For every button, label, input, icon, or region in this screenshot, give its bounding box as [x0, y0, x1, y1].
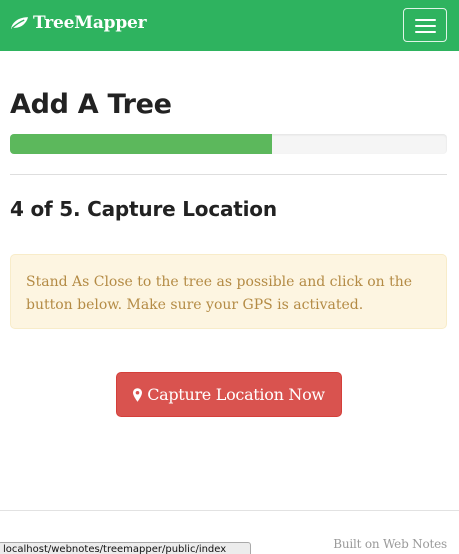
divider: [10, 174, 447, 175]
navbar: TreeMapper: [0, 0, 459, 51]
instruction-text: Stand As Close to the tree as possible a…: [26, 274, 413, 313]
progress-bar: [10, 134, 447, 154]
status-bar-url: localhost/webnotes/treemapper/public/ind…: [0, 542, 251, 554]
capture-location-label: Capture Location Now: [147, 385, 325, 404]
capture-location-button[interactable]: Capture Location Now: [116, 372, 342, 417]
step-heading: 4 of 5. Capture Location: [10, 197, 277, 221]
brand-link[interactable]: TreeMapper: [10, 13, 147, 33]
menu-toggle-button[interactable]: [403, 8, 447, 42]
footer-divider: [0, 510, 459, 511]
map-marker-icon: [133, 387, 143, 402]
page-title: Add A Tree: [10, 89, 172, 120]
leaf-icon: [10, 17, 29, 29]
brand-name: TreeMapper: [33, 13, 147, 33]
footer-credit: Built on Web Notes: [333, 537, 447, 551]
instruction-alert: Stand As Close to the tree as possible a…: [10, 254, 447, 329]
progress-bar-fill: [10, 134, 273, 154]
